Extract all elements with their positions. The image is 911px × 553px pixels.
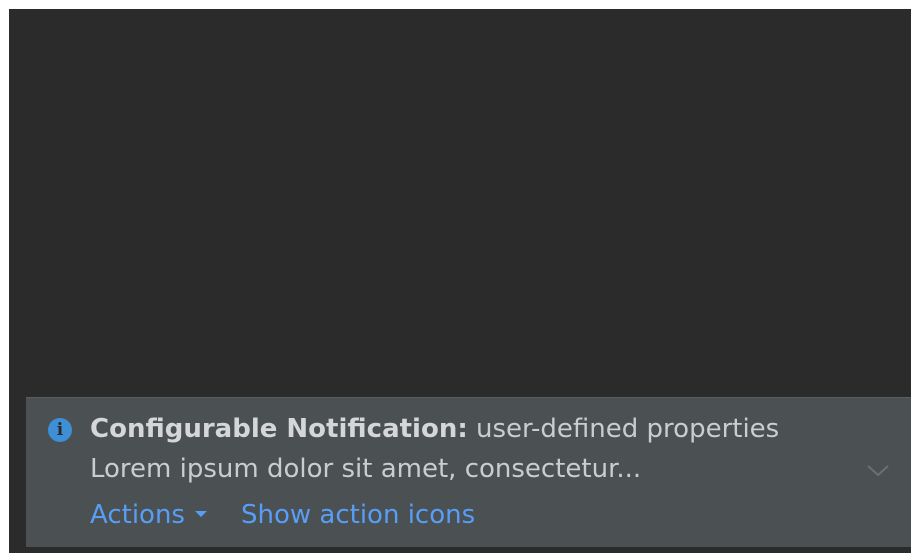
notification-title: Configurable Notification: user-defined …	[90, 412, 779, 446]
actions-dropdown[interactable]: Actions	[90, 498, 207, 532]
info-icon: i	[48, 418, 72, 442]
editor-background: i Configurable Notification: user-define…	[9, 9, 911, 553]
notification-body: Lorem ipsum dolor sit amet, consectetur.…	[90, 454, 642, 484]
notification-title-strong: Configurable Notification:	[90, 414, 468, 444]
chevron-down-icon[interactable]	[864, 458, 892, 482]
actions-dropdown-label: Actions	[90, 500, 185, 530]
notification-title-rest: user-defined properties	[467, 414, 780, 444]
notification-actions: Actions Show action icons	[90, 498, 475, 532]
notification-balloon[interactable]: i Configurable Notification: user-define…	[26, 397, 911, 547]
show-action-icons-link[interactable]: Show action icons	[241, 500, 475, 530]
caret-down-icon	[194, 510, 207, 517]
